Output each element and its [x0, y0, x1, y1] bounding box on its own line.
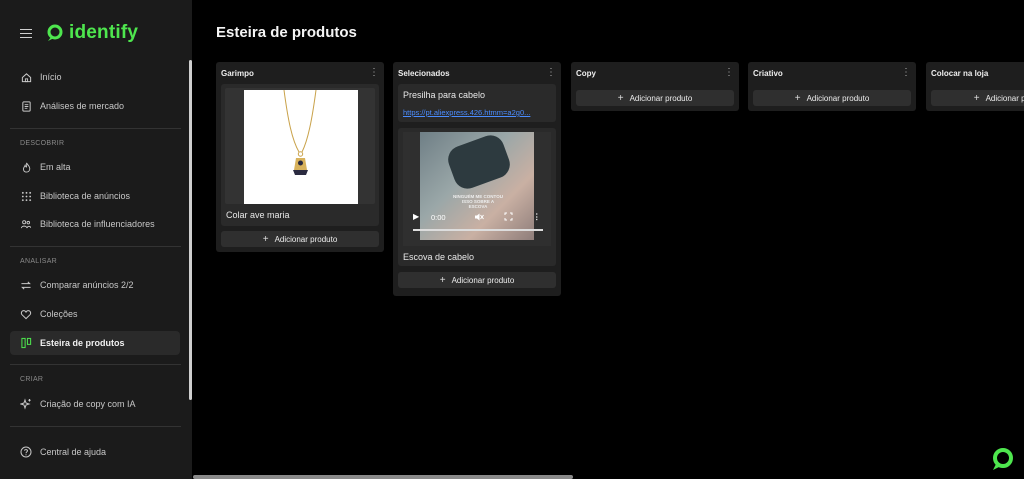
board-column: Criativo ⋮ + Adicionar produto	[748, 62, 916, 111]
help-icon	[20, 446, 32, 458]
play-icon[interactable]: ▶	[413, 212, 419, 221]
sidebar-item-label: Coleções	[40, 309, 78, 319]
product-card[interactable]: Colar ave maria	[221, 84, 379, 226]
sidebar-item-biblioteca-influenciadores[interactable]: Biblioteca de influenciadores	[10, 212, 180, 236]
sidebar-item-central-ajuda[interactable]: Central de ajuda	[10, 440, 180, 464]
section-label-descobrir: DESCOBRIR	[20, 140, 65, 147]
people-icon	[20, 218, 32, 230]
divider	[10, 364, 181, 365]
add-product-label: Adicionar produto	[806, 93, 870, 103]
add-product-button[interactable]: + Adicionar produto	[931, 90, 1024, 106]
grid-dots-icon	[20, 190, 32, 202]
muted-icon[interactable]	[474, 212, 484, 222]
column-title: Copy	[576, 68, 596, 78]
video-overlay-text: NINGUÉM ME CONTOU ISSO SOBRE A ESCOVA	[453, 194, 503, 209]
more-options-icon[interactable]: ⋮	[724, 68, 734, 78]
board-column: Garimpo ⋮ Colar ave maria + Adicionar pr…	[216, 62, 384, 252]
sidebar-item-label: Biblioteca de influenciadores	[40, 219, 155, 229]
sidebar-item-label: Em alta	[40, 162, 71, 172]
video-menu-icon[interactable]: ⋮	[533, 212, 541, 221]
card-label: Escova de cabelo	[403, 252, 475, 262]
sidebar-item-esteira[interactable]: Esteira de produtos	[10, 331, 180, 355]
plus-icon: +	[617, 92, 624, 104]
chat-support-icon[interactable]	[991, 447, 1015, 471]
board-column: Colocar na loja + Adicionar produto	[926, 62, 1024, 111]
sidebar: identify Início Análises de mercado DESC…	[0, 0, 192, 479]
add-product-button[interactable]: + Adicionar produto	[576, 90, 734, 106]
divider	[10, 128, 181, 129]
product-image	[244, 89, 358, 204]
sparkle-icon	[20, 398, 32, 410]
logo-icon	[47, 24, 63, 41]
add-product-button[interactable]: + Adicionar produto	[398, 272, 556, 288]
product-link[interactable]: https://pt.aliexpress.426.htmm=a2g0...	[403, 108, 551, 117]
sidebar-item-label: Biblioteca de anúncios	[40, 191, 131, 201]
heart-icon	[20, 308, 32, 320]
add-product-button[interactable]: + Adicionar produto	[221, 231, 379, 247]
add-product-button[interactable]: + Adicionar produto	[753, 90, 911, 106]
sidebar-item-label: Criação de copy com IA	[40, 399, 136, 409]
sidebar-item-label: Central de ajuda	[40, 447, 107, 457]
fullscreen-icon[interactable]	[504, 212, 513, 221]
more-options-icon[interactable]: ⋮	[369, 68, 379, 78]
sidebar-item-colecoes[interactable]: Coleções	[10, 302, 180, 326]
add-product-label: Adicionar produto	[451, 275, 515, 285]
sidebar-item-analises[interactable]: Análises de mercado	[10, 94, 180, 118]
report-icon	[20, 100, 32, 112]
logo-text: identify	[69, 22, 139, 43]
column-title: Colocar na loja	[931, 68, 989, 78]
sidebar-item-label: Comparar anúncios 2/2	[40, 280, 134, 290]
board-column: Selecionados ⋮ Presilha para cabelo http…	[393, 62, 561, 296]
divider	[10, 426, 181, 427]
plus-icon: +	[794, 92, 801, 104]
more-options-icon[interactable]: ⋮	[901, 68, 911, 78]
home-icon	[20, 71, 32, 83]
section-label-analisar: ANALISAR	[20, 258, 58, 265]
video-time: 0:00	[431, 213, 446, 222]
swap-icon	[20, 279, 32, 291]
board-icon	[20, 337, 32, 349]
column-header: Copy ⋮	[575, 62, 735, 84]
column-header: Criativo ⋮	[752, 62, 912, 84]
column-header: Colocar na loja	[930, 62, 1020, 84]
sidebar-item-criacao-copy[interactable]: Criação de copy com IA	[10, 392, 180, 416]
video-progress-bar[interactable]	[413, 229, 543, 231]
video-player[interactable]: NINGUÉM ME CONTOU ISSO SOBRE A ESCOVA ▶ …	[403, 131, 551, 246]
menu-icon[interactable]	[20, 28, 32, 38]
add-product-label: Adicionar produto	[985, 93, 1024, 103]
column-title: Garimpo	[221, 68, 254, 78]
column-header: Garimpo ⋮	[220, 62, 380, 84]
brand: identify	[20, 22, 138, 44]
flame-icon	[20, 161, 32, 173]
sidebar-item-label: Início	[40, 72, 62, 82]
video-thumbnail: NINGUÉM ME CONTOU ISSO SOBRE A ESCOVA	[420, 131, 534, 240]
product-card[interactable]: Presilha para cabelo https://pt.aliexpre…	[398, 84, 556, 122]
sidebar-item-inicio[interactable]: Início	[10, 65, 180, 89]
sidebar-item-em-alta[interactable]: Em alta	[10, 155, 180, 179]
sidebar-scrollbar[interactable]	[189, 60, 192, 400]
column-title: Criativo	[753, 68, 783, 78]
more-options-icon[interactable]: ⋮	[546, 68, 556, 78]
section-label-criar: CRIAR	[20, 376, 44, 383]
hairbrush-icon	[444, 131, 514, 193]
sidebar-item-comparar[interactable]: Comparar anúncios 2/2	[10, 273, 180, 297]
page-title: Esteira de produtos	[216, 24, 357, 41]
necklace-icon	[283, 89, 317, 175]
divider	[10, 246, 181, 247]
sidebar-item-label: Esteira de produtos	[40, 338, 125, 348]
card-label: Colar ave maria	[226, 210, 290, 220]
card-label: Presilha para cabelo	[403, 90, 486, 100]
add-product-label: Adicionar produto	[274, 234, 338, 244]
plus-icon: +	[262, 233, 269, 245]
board-column: Copy ⋮ + Adicionar produto	[571, 62, 739, 111]
sidebar-item-biblioteca-anuncios[interactable]: Biblioteca de anúncios	[10, 184, 180, 208]
plus-icon: +	[439, 274, 446, 286]
plus-icon: +	[973, 92, 980, 104]
column-title: Selecionados	[398, 68, 450, 78]
add-product-label: Adicionar produto	[629, 93, 693, 103]
horizontal-scrollbar[interactable]	[193, 475, 573, 479]
column-header: Selecionados ⋮	[397, 62, 557, 84]
product-card[interactable]: NINGUÉM ME CONTOU ISSO SOBRE A ESCOVA ▶ …	[398, 128, 556, 266]
sidebar-item-label: Análises de mercado	[40, 101, 125, 111]
